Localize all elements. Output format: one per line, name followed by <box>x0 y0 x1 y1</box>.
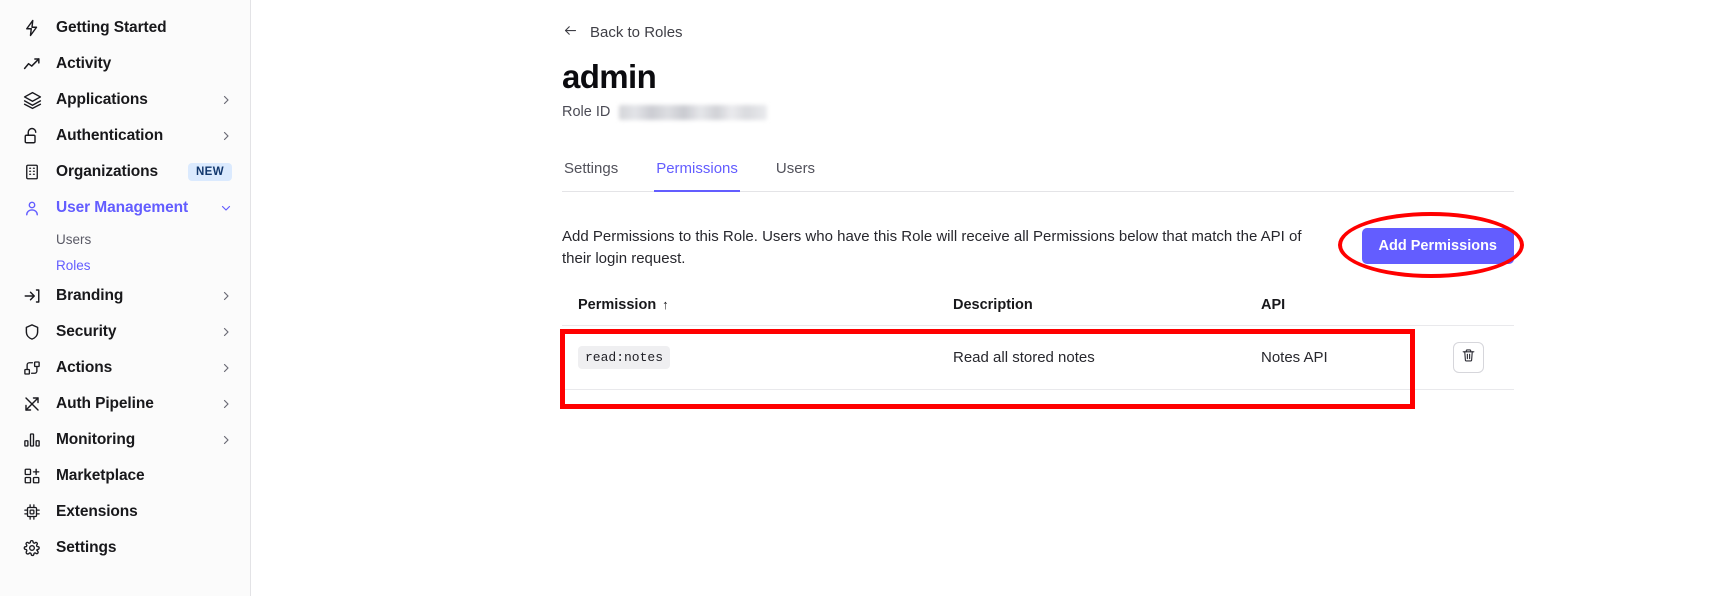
chevron-right-icon <box>220 94 232 106</box>
shuffle-icon <box>22 394 42 414</box>
cell-api: Notes API <box>1261 348 1328 366</box>
permissions-intro-row: Add Permissions to this Role. Users who … <box>562 212 1524 279</box>
actions-icon <box>22 358 42 378</box>
sidebar-item-marketplace[interactable]: Marketplace <box>0 458 250 494</box>
sidebar-item-security[interactable]: Security <box>0 314 250 350</box>
add-permissions-button[interactable]: Add Permissions <box>1361 228 1514 265</box>
sidebar: Getting Started Activity Applications Au… <box>0 0 251 596</box>
bar-chart-icon <box>22 430 42 450</box>
sidebar-item-applications[interactable]: Applications <box>0 82 250 118</box>
sidebar-subitem-users[interactable]: Users <box>0 226 250 252</box>
user-icon <box>22 198 42 218</box>
sidebar-item-label: Auth Pipeline <box>56 395 154 412</box>
sidebar-item-settings[interactable]: Settings <box>0 530 250 566</box>
back-link-label: Back to Roles <box>590 23 683 41</box>
chevron-right-icon <box>220 434 232 446</box>
sidebar-item-label: Marketplace <box>56 467 145 484</box>
cell-description: Read all stored notes <box>953 348 1095 366</box>
sidebar-item-monitoring[interactable]: Monitoring <box>0 422 250 458</box>
login-arrow-icon <box>22 286 42 306</box>
delete-permission-button[interactable] <box>1453 341 1484 373</box>
sidebar-item-label: Organizations <box>56 163 159 180</box>
column-header-actions <box>1446 297 1498 313</box>
sidebar-item-auth-pipeline[interactable]: Auth Pipeline <box>0 386 250 422</box>
sidebar-item-label: Extensions <box>56 503 138 520</box>
sidebar-item-user-management[interactable]: User Management <box>0 190 250 226</box>
app-root: Getting Started Activity Applications Au… <box>0 0 1733 596</box>
tab-bar: Settings Permissions Users <box>562 156 1514 193</box>
column-header-permission[interactable]: Permission ↑ <box>578 297 953 313</box>
cell-actions <box>1446 341 1498 373</box>
permissions-table: Permission ↑ Description API read:notes … <box>560 297 1514 409</box>
role-id-value-redacted[interactable] <box>619 104 768 120</box>
sidebar-item-label: Settings <box>56 539 117 556</box>
sidebar-item-label: Security <box>56 323 117 340</box>
main-content: Back to Roles admin Role ID Settings Per… <box>251 0 1733 596</box>
column-header-description[interactable]: Description <box>953 297 1261 313</box>
sidebar-item-label: Getting Started <box>56 19 167 36</box>
permission-code-chip: read:notes <box>578 345 671 369</box>
chevron-right-icon <box>220 398 232 410</box>
chip-icon <box>22 502 42 522</box>
sidebar-item-getting-started[interactable]: Getting Started <box>0 10 250 46</box>
sidebar-subitem-label: Users <box>56 231 92 247</box>
chevron-right-icon <box>220 326 232 338</box>
bolt-icon <box>22 18 42 38</box>
trend-up-icon <box>22 54 42 74</box>
cell-permission: read:notes <box>578 345 953 369</box>
chevron-right-icon <box>220 362 232 374</box>
sidebar-item-label: Monitoring <box>56 431 136 448</box>
sidebar-item-organizations[interactable]: Organizations NEW <box>0 154 250 190</box>
chevron-right-icon <box>220 290 232 302</box>
sidebar-item-label: Actions <box>56 359 113 376</box>
sidebar-item-activity[interactable]: Activity <box>0 46 250 82</box>
sidebar-item-label: Branding <box>56 287 124 304</box>
sidebar-item-authentication[interactable]: Authentication <box>0 118 250 154</box>
shield-icon <box>22 322 42 342</box>
tab-settings[interactable]: Settings <box>562 156 620 192</box>
building-icon <box>22 162 42 182</box>
trash-icon <box>1461 348 1476 366</box>
gear-icon <box>22 538 42 558</box>
sidebar-item-branding[interactable]: Branding <box>0 278 250 314</box>
table-header-row: Permission ↑ Description API <box>562 297 1514 326</box>
table-row: read:notes Read all stored notes Notes A… <box>562 326 1514 390</box>
chevron-down-icon <box>220 202 232 214</box>
layers-icon <box>22 90 42 110</box>
role-id-label: Role ID <box>562 104 611 121</box>
grid-plus-icon <box>22 466 42 486</box>
status-badge-new: NEW <box>187 163 232 181</box>
role-id-row: Role ID <box>562 104 1562 120</box>
column-header-label: Permission <box>578 296 657 313</box>
tab-users[interactable]: Users <box>774 156 817 192</box>
add-permissions-wrapper: Add Permissions <box>1337 212 1524 279</box>
back-to-roles-link[interactable]: Back to Roles <box>562 22 1562 42</box>
arrow-left-icon <box>562 23 579 41</box>
page-title: admin <box>562 58 657 95</box>
sidebar-item-label: Authentication <box>56 127 164 144</box>
sidebar-item-label: Activity <box>56 55 112 72</box>
sidebar-subitem-label: Roles <box>56 257 91 273</box>
chevron-right-icon <box>220 130 232 142</box>
role-detail-panel: Back to Roles admin Role ID Settings Per… <box>560 22 1562 409</box>
sidebar-item-extensions[interactable]: Extensions <box>0 494 250 530</box>
lock-open-icon <box>22 126 42 146</box>
sort-ascending-icon: ↑ <box>662 297 669 313</box>
permissions-description: Add Permissions to this Role. Users who … <box>562 228 1302 267</box>
column-header-api[interactable]: API <box>1261 297 1446 313</box>
sidebar-item-actions[interactable]: Actions <box>0 350 250 386</box>
sidebar-item-label: Applications <box>56 91 148 108</box>
sidebar-subitem-roles[interactable]: Roles <box>0 252 250 278</box>
tab-permissions[interactable]: Permissions <box>654 156 740 193</box>
sidebar-item-label: User Management <box>56 199 189 216</box>
